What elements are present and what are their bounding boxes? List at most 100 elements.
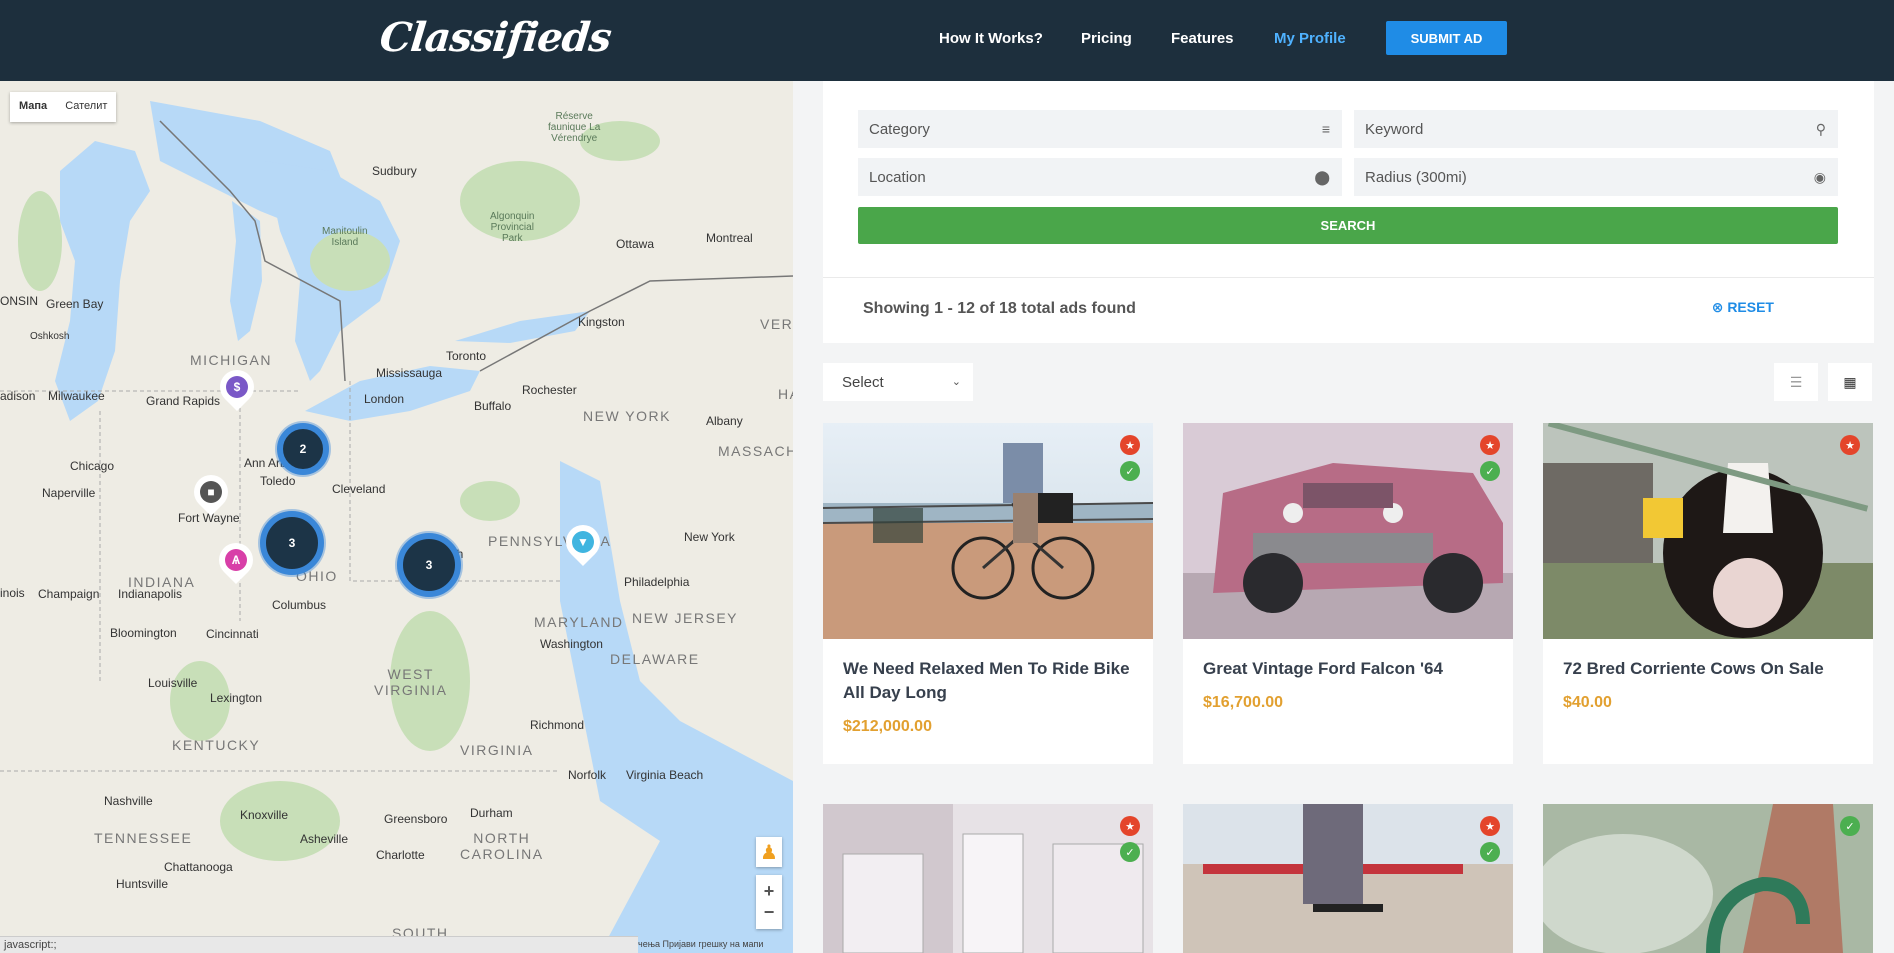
map-label: MASSACH [718, 443, 793, 459]
sort-selected-value: Select [842, 373, 884, 391]
map-label: Virginia Beach [626, 768, 704, 782]
room-windows-photo [823, 804, 1153, 953]
listing-title[interactable]: 72 Bred Corriente Cows On Sale [1563, 657, 1863, 681]
close-circle-icon: ⊗ [1711, 299, 1728, 315]
listing-image[interactable]: ★ [1543, 423, 1873, 639]
listing-image[interactable]: ✓ [1543, 804, 1873, 953]
list-view-button[interactable]: ☰ [1774, 363, 1818, 401]
map-label: London [364, 392, 405, 406]
sort-select[interactable]: Select ⌄ [823, 363, 973, 401]
nav-features[interactable]: Features [1171, 30, 1234, 47]
map-label: NEW JERSEY [632, 610, 739, 626]
radius-select[interactable]: Radius (300mi) ◉ [1354, 158, 1838, 196]
map-label: Montreal [706, 231, 753, 245]
map-label: Philadelphia [624, 575, 690, 589]
keyword-input[interactable]: Keyword ⚲ [1354, 110, 1838, 148]
results-bar: Showing 1 - 12 of 18 total ads found ⊗ R… [823, 277, 1874, 343]
listing-image[interactable]: ★ ✓ [1183, 423, 1513, 639]
browser-status-bar: javascript:; [0, 936, 638, 953]
map-type-satellite[interactable]: Сателит [56, 92, 116, 122]
nav-my-profile[interactable]: My Profile [1274, 30, 1346, 47]
map-label: Milwaukee [48, 389, 105, 403]
category-placeholder: Category [869, 120, 930, 138]
map-label: Toronto [446, 349, 487, 363]
map-type-toggle: Мапа Сателит [10, 92, 117, 122]
listing-card[interactable]: ★ ✓ We Need Relaxed Men To Ride Bike All… [823, 423, 1153, 764]
results-summary: Showing 1 - 12 of 18 total ads found [863, 300, 1136, 317]
radius-placeholder: Radius (300mi) [1365, 168, 1467, 186]
map-label: Charlotte [376, 848, 425, 862]
map-cluster[interactable]: 3 [260, 511, 324, 575]
map-label: Cincinnati [206, 627, 259, 641]
map-label: MARYLAND [534, 614, 624, 630]
listing-card[interactable]: ★ ✓ [1183, 804, 1513, 953]
map-label: Algonquin Provincial Park [490, 211, 535, 244]
listing-title[interactable]: We Need Relaxed Men To Ride Bike All Day… [843, 657, 1143, 705]
map-label: Indianapolis [118, 587, 183, 601]
featured-star-icon: ★ [1120, 816, 1140, 836]
map-label: WEST VIRGINIA [374, 666, 448, 698]
map-label: Rochester [522, 383, 577, 397]
shirt-icon: ▼ [572, 531, 594, 553]
listing-card[interactable]: ★ ✓ [823, 804, 1153, 953]
map-label: New York [684, 530, 735, 544]
search-button[interactable]: SEARCH [858, 207, 1838, 244]
site-logo[interactable]: Classifieds [378, 14, 613, 61]
category-select[interactable]: Category ≡ [858, 110, 1342, 148]
map-label: Cleveland [332, 482, 386, 496]
map-label: Greensboro [384, 812, 448, 826]
featured-star-icon: ★ [1120, 435, 1140, 455]
map-label: Lexington [210, 691, 263, 705]
map-footer[interactable]: чења Пријави грешку на мапи [638, 939, 763, 949]
zoom-out-button[interactable]: − [764, 902, 775, 923]
map-label: Champaign [38, 587, 100, 601]
map[interactable]: Мапа Сателит Réserve faunique La Vérendr… [0, 81, 793, 953]
search-icon: ⚲ [1815, 121, 1826, 137]
cow-photo [1543, 423, 1873, 639]
grid-view-button[interactable]: ▦ [1828, 363, 1872, 401]
grid-view-icon: ▦ [1843, 373, 1857, 390]
listing-card[interactable]: ★ ✓ Great Vintage Ford Falcon '64 $16,70… [1183, 423, 1513, 764]
dress-icon: Ѧ [225, 549, 247, 571]
map-label: Chicago [70, 459, 115, 473]
briefcase-icon: ■ [200, 481, 222, 503]
map-label: Sudbury [372, 164, 417, 178]
map-label: VERMO [760, 316, 793, 332]
map-label: Buffalo [474, 399, 512, 413]
listing-price: $16,700.00 [1203, 694, 1284, 711]
map-label: Albany [706, 414, 743, 428]
map-type-map[interactable]: Мапа [10, 92, 56, 122]
submit-ad-button[interactable]: SUBMIT AD [1386, 21, 1507, 55]
list-view-icon: ☰ [1789, 373, 1803, 390]
verified-check-icon: ✓ [1840, 816, 1860, 836]
map-label: Durham [470, 806, 513, 820]
nav-pricing[interactable]: Pricing [1081, 30, 1132, 47]
street-view-pegman-icon[interactable]: ♟ [756, 837, 782, 867]
target-icon: ◉ [1813, 169, 1826, 185]
location-input[interactable]: Location ⬤ [858, 158, 1342, 196]
listing-card[interactable]: ★ 72 Bred Corriente Cows On Sale $40.00 [1543, 423, 1873, 764]
map-label: Nashville [104, 794, 153, 808]
listing-image[interactable]: ★ ✓ [823, 423, 1153, 639]
reset-button[interactable]: ⊗ RESET [1712, 299, 1774, 316]
site-header: Classifieds How It Works? Pricing Featur… [0, 0, 1894, 81]
map-label: VIRGINIA [460, 742, 534, 758]
listing-card[interactable]: ✓ [1543, 804, 1873, 953]
map-label: Oshkosh [30, 331, 70, 342]
listing-image[interactable]: ★ ✓ [823, 804, 1153, 953]
map-cluster[interactable]: 2 [277, 423, 329, 475]
nav-how-it-works[interactable]: How It Works? [939, 30, 1043, 47]
zoom-in-button[interactable]: + [764, 881, 775, 902]
listing-title[interactable]: Great Vintage Ford Falcon '64 [1203, 657, 1503, 681]
map-label: Asheville [300, 832, 349, 846]
zoom-controls: + − [756, 875, 782, 929]
featured-star-icon: ★ [1840, 435, 1860, 455]
listing-image[interactable]: ★ ✓ [1183, 804, 1513, 953]
map-label: Chattanooga [164, 860, 233, 874]
verified-check-icon: ✓ [1480, 842, 1500, 862]
map-cluster[interactable]: 3 [397, 533, 461, 597]
map-label: Toledo [260, 474, 296, 488]
map-label: TENNESSEE [94, 830, 193, 846]
map-label: adison [0, 389, 36, 403]
verified-check-icon: ✓ [1480, 461, 1500, 481]
